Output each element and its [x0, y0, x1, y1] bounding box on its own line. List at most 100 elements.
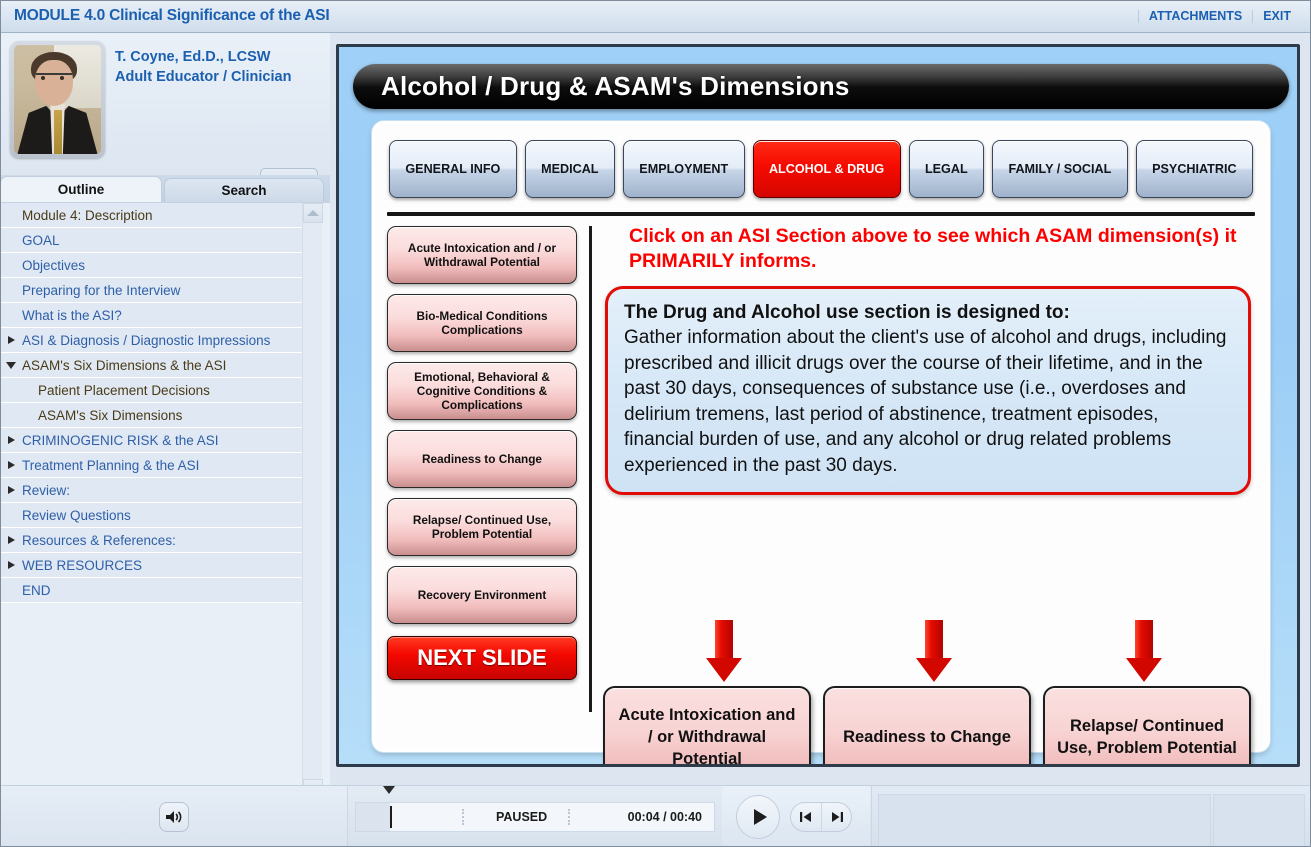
outline-item-label: What is the ASI? — [22, 308, 122, 323]
outline-item[interactable]: Review Questions — [0, 503, 308, 528]
title-bar-actions: ATTACHMENTS EXIT — [1137, 7, 1311, 25]
scroll-up-arrow-icon[interactable] — [303, 203, 323, 223]
outline-list[interactable]: Module 4: Description GOAL Objectives Prepa… — [0, 203, 308, 817]
asam-dimension-button[interactable]: Recovery Environment — [387, 566, 577, 624]
chevron-right-icon[interactable] — [8, 436, 15, 444]
outline-item[interactable]: Review: — [0, 478, 308, 503]
asi-section-button[interactable]: ALCOHOL & DRUG — [752, 140, 901, 198]
seek-progress — [356, 803, 390, 831]
tab-outline[interactable]: Outline — [0, 176, 162, 202]
outline-item[interactable]: Patient Placement Decisions — [0, 378, 308, 403]
attachments-button[interactable]: ATTACHMENTS — [1139, 7, 1252, 25]
outline-item[interactable]: GOAL — [0, 228, 308, 253]
playhead-marker-icon — [383, 786, 395, 794]
asi-section-button[interactable]: MEDICAL — [524, 140, 615, 198]
asam-dimension-button[interactable]: Acute Intoxication and / or Withdrawal P… — [387, 226, 577, 284]
presenter-role: Adult Educator / Clinician — [115, 69, 292, 85]
outline-item[interactable]: WEB RESOURCES — [0, 553, 308, 578]
outline-item[interactable]: Preparing for the Interview — [0, 278, 308, 303]
exit-button[interactable]: EXIT — [1253, 7, 1301, 25]
outline-item[interactable]: END — [0, 578, 308, 603]
chevron-right-icon[interactable] — [8, 561, 15, 569]
asam-dimension-label: Acute Intoxication and / or Withdrawal P… — [407, 241, 557, 269]
step-back-button[interactable] — [791, 803, 821, 831]
asi-section-label: LEGAL — [924, 161, 968, 176]
slide-stage-frame: Alcohol / Drug & ASAM's Dimensions GENER… — [336, 44, 1300, 767]
volume-button[interactable] — [158, 802, 189, 832]
outline-item-label: Objectives — [22, 258, 86, 273]
outline-item[interactable]: What is the ASI? — [0, 303, 308, 328]
asam-dimension-label: Emotional, Behavioral & Cognitive Condit… — [414, 370, 550, 412]
outline-item[interactable]: ASI & Diagnosis / Diagnostic Impressions — [0, 328, 308, 353]
outline-scrollbar[interactable] — [302, 203, 323, 799]
avatar — [10, 41, 105, 158]
outline-item[interactable]: ASAM's Six Dimensions — [0, 403, 308, 428]
step-back-icon — [800, 812, 811, 822]
chevron-right-icon[interactable] — [8, 461, 15, 469]
result-box[interactable]: Relapse/ Continued Use, Problem Potentia… — [1043, 686, 1251, 764]
slide-title-text: Alcohol / Drug & ASAM's Dimensions — [381, 71, 850, 101]
info-body: Gather information about the client's us… — [624, 327, 1227, 476]
next-slide-button[interactable]: NEXT SLIDE — [387, 636, 577, 680]
result-box[interactable]: Acute Intoxication and / or Withdrawal P… — [603, 686, 811, 764]
avatar-photo — [14, 45, 101, 154]
volume-cell — [0, 786, 348, 847]
chevron-right-icon[interactable] — [8, 536, 15, 544]
result-box[interactable]: Readiness to Change — [823, 686, 1031, 764]
result-boxes: Acute Intoxication and / or Withdrawal P… — [603, 686, 1251, 764]
outline-item-label: WEB RESOURCES — [22, 558, 143, 573]
outline-item-label: CRIMINOGENIC RISK & the ASI — [22, 433, 219, 448]
play-button[interactable] — [736, 795, 780, 839]
asi-section-button[interactable]: EMPLOYMENT — [622, 140, 745, 198]
asi-section-button[interactable]: LEGAL — [908, 140, 985, 198]
outline-item-label: Review Questions — [22, 508, 131, 523]
asi-section-buttons: GENERAL INFO MEDICAL EMPLOYMENT ALCOHOL & D… — [389, 138, 1253, 200]
play-icon — [753, 809, 767, 825]
outline-item-label: END — [22, 583, 51, 598]
presenter-card: T. Coyne, Ed.D., LCSW Adult Educator / C… — [0, 33, 330, 192]
asi-section-label: GENERAL INFO — [405, 161, 501, 176]
info-callout: The Drug and Alcohol use section is desi… — [605, 286, 1251, 495]
asi-section-label: FAMILY / SOCIAL — [1008, 161, 1112, 176]
asi-section-button[interactable]: FAMILY / SOCIAL — [992, 140, 1128, 198]
chevron-right-icon[interactable] — [8, 336, 15, 344]
asam-dimension-button[interactable]: Readiness to Change — [387, 430, 577, 488]
slide-title-banner: Alcohol / Drug & ASAM's Dimensions — [353, 64, 1289, 109]
asi-section-button[interactable]: PSYCHIATRIC — [1135, 140, 1253, 198]
chevron-right-icon[interactable] — [8, 486, 15, 494]
asi-section-button[interactable]: GENERAL INFO — [389, 140, 517, 198]
section-divider — [387, 212, 1255, 216]
module-title: MODULE 4.0 Clinical Significance of the … — [14, 7, 330, 24]
outline-item[interactable]: Module 4: Description — [0, 203, 308, 228]
asam-dimension-label: Bio-Medical Conditions Complications — [416, 309, 548, 337]
seek-playhead[interactable] — [390, 806, 392, 828]
outline-item-label: ASAM's Six Dimensions & the ASI — [22, 358, 227, 373]
asi-section-label: EMPLOYMENT — [639, 161, 729, 176]
outline-item[interactable]: Treatment Planning & the ASI — [0, 453, 308, 478]
outline-item[interactable]: Objectives — [0, 253, 308, 278]
asam-dimension-button[interactable]: Emotional, Behavioral & Cognitive Condit… — [387, 362, 577, 420]
chevron-down-icon[interactable] — [6, 362, 16, 369]
outline-item[interactable]: ASAM's Six Dimensions & the ASI — [0, 353, 308, 378]
outline-item-label: Module 4: Description — [22, 208, 153, 223]
step-forward-button[interactable] — [821, 803, 851, 831]
asam-dimension-button[interactable]: Bio-Medical Conditions Complications — [387, 294, 577, 352]
player-right-area — [871, 786, 1311, 847]
asam-dimension-button[interactable]: Relapse/ Continued Use, Problem Potentia… — [387, 498, 577, 556]
result-box-label: Readiness to Change — [843, 728, 1011, 746]
player-toolbar: PAUSED 00:04 / 00:40 — [0, 785, 1311, 847]
outline-item-label: GOAL — [22, 233, 60, 248]
seek-wrapper: PAUSED 00:04 / 00:40 — [349, 786, 721, 832]
presentation-window: MODULE 4.0 Clinical Significance of the … — [0, 0, 1311, 847]
presenter-name: T. Coyne, Ed.D., LCSW — [115, 49, 271, 65]
seek-bar[interactable]: PAUSED 00:04 / 00:40 — [355, 802, 715, 832]
asam-dimension-label: Readiness to Change — [422, 452, 542, 466]
outline-item[interactable]: Resources & References: — [0, 528, 308, 553]
outline-item[interactable]: CRIMINOGENIC RISK & the ASI — [0, 428, 308, 453]
outline-item-label: Resources & References: — [22, 533, 176, 548]
outline-item-label: ASAM's Six Dimensions — [38, 408, 183, 423]
down-arrow-icon — [1126, 620, 1162, 682]
tab-search[interactable]: Search — [164, 178, 324, 202]
slide-right-column: Click on an ASI Section above to see whi… — [605, 224, 1251, 495]
playback-time: 00:04 / 00:40 — [627, 810, 702, 824]
